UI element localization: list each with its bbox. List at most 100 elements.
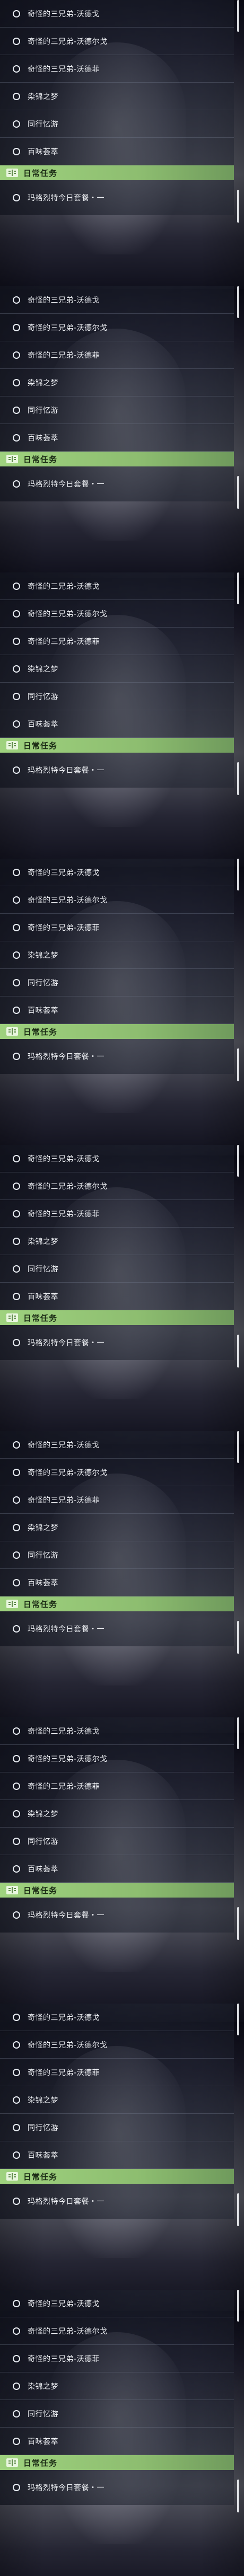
quest-row[interactable]: 奇怪的三兄弟-沃德尔戈 xyxy=(0,1172,234,1200)
scrollbar-thumb[interactable] xyxy=(237,1621,239,1654)
quest-row[interactable]: 奇怪的三兄弟-沃德戈 xyxy=(0,572,234,600)
scrollbar-thumb[interactable] xyxy=(237,476,239,509)
scrollbar-thumb[interactable] xyxy=(237,1145,239,1177)
scrollbar-thumb[interactable] xyxy=(237,859,239,890)
quest-row[interactable]: 奇怪的三兄弟-沃德菲 xyxy=(0,1200,234,1228)
circle-outline-icon xyxy=(13,2299,20,2307)
scrollbar-thumb[interactable] xyxy=(237,1907,239,1940)
quest-log-stack: 奇怪的三兄弟-沃德戈 奇怪的三兄弟-沃德尔戈 奇怪的三兄弟-沃德菲 染锦之梦 同行忆游百… xyxy=(0,0,244,2576)
quest-row[interactable]: 奇怪的三兄弟-沃德尔戈 xyxy=(0,600,234,628)
scrollbar-thumb[interactable] xyxy=(237,2004,239,2035)
quest-row[interactable]: 奇怪的三兄弟-沃德尔戈 xyxy=(0,1745,234,1772)
quest-row[interactable]: 百味荟萃 xyxy=(0,2141,234,2169)
quest-panel: 奇怪的三兄弟-沃德戈 奇怪的三兄弟-沃德尔戈 奇怪的三兄弟-沃德菲染锦之梦同行忆游百… xyxy=(0,572,244,859)
daily-quest-row[interactable]: 玛格烈特今日套餐・一 xyxy=(0,753,234,788)
quest-row[interactable]: 奇怪的三兄弟-沃德戈 xyxy=(0,2290,234,2317)
quest-row[interactable]: 染锦之梦 xyxy=(0,2086,234,2114)
circle-outline-icon xyxy=(13,2354,20,2362)
quest-row[interactable]: 同行忆游 xyxy=(0,110,234,138)
daily-quest-row[interactable]: 玛格烈特今日套餐・一 xyxy=(0,1898,234,1933)
quest-row[interactable]: 奇怪的三兄弟-沃德菲 xyxy=(0,55,234,83)
quest-row[interactable]: 染锦之梦 xyxy=(0,369,234,396)
quest-row[interactable]: 同行忆游 xyxy=(0,1541,234,1569)
quest-row[interactable]: 百味荟萃 xyxy=(0,1283,234,1310)
quest-row[interactable]: 染锦之梦 xyxy=(0,1800,234,1828)
quest-row[interactable]: 染锦之梦 xyxy=(0,941,234,969)
daily-quest-row[interactable]: 玛格烈特今日套餐・一 xyxy=(0,1611,234,1646)
quest-row[interactable]: 奇怪的三兄弟-沃德戈 xyxy=(0,1717,234,1745)
quest-row-label: 百味荟萃 xyxy=(28,1292,58,1301)
daily-quest-label: 玛格烈特今日套餐・一 xyxy=(28,194,104,202)
quest-row[interactable]: 奇怪的三兄弟-沃德尔戈 xyxy=(0,28,234,55)
quest-row[interactable]: 奇怪的三兄弟-沃德菲 xyxy=(0,628,234,655)
quest-row[interactable]: 奇怪的三兄弟-沃德戈 xyxy=(0,1145,234,1172)
quest-row[interactable]: 奇怪的三兄弟-沃德菲 xyxy=(0,1772,234,1800)
daily-quest-row[interactable]: 玛格烈特今日套餐・一 xyxy=(0,180,234,215)
quest-row-label: 奇怪的三兄弟-沃德菲 xyxy=(28,2354,100,2363)
quest-row[interactable]: 奇怪的三兄弟-沃德菲 xyxy=(0,914,234,941)
quest-row[interactable]: 奇怪的三兄弟-沃德菲 xyxy=(0,2059,234,2086)
quest-row[interactable]: 百味荟萃 xyxy=(0,424,234,452)
quest-row[interactable]: 染锦之梦 xyxy=(0,1228,234,1255)
quest-row[interactable]: 奇怪的三兄弟-沃德尔戈 xyxy=(0,1459,234,1486)
quest-row[interactable]: 奇怪的三兄弟-沃德尔戈 xyxy=(0,2031,234,2059)
scrollbar-thumb[interactable] xyxy=(237,0,239,32)
quest-row[interactable]: 染锦之梦 xyxy=(0,1514,234,1541)
scrollbar-thumb[interactable] xyxy=(237,190,239,223)
scrollbar-thumb[interactable] xyxy=(237,572,239,604)
circle-outline-icon xyxy=(13,1782,20,1790)
circle-outline-icon xyxy=(13,1865,20,1873)
quest-row[interactable]: 同行忆游 xyxy=(0,969,234,996)
daily-quest-row[interactable]: 玛格烈特今日套餐・一 xyxy=(0,1325,234,1360)
daily-quest-header: 日常任务 xyxy=(0,2169,234,2184)
scrollbar-thumb[interactable] xyxy=(237,286,239,318)
scrollbar-thumb[interactable] xyxy=(237,1431,239,1463)
quest-row[interactable]: 百味荟萃 xyxy=(0,1569,234,1596)
quest-row[interactable]: 同行忆游 xyxy=(0,396,234,424)
quest-row[interactable]: 奇怪的三兄弟-沃德戈 xyxy=(0,286,234,314)
quest-row[interactable]: 百味荟萃 xyxy=(0,996,234,1024)
quest-row[interactable]: 同行忆游 xyxy=(0,1255,234,1283)
quest-row[interactable]: 奇怪的三兄弟-沃德戈 xyxy=(0,859,234,886)
scrollbar-thumb[interactable] xyxy=(237,2193,239,2226)
quest-row-label: 奇怪的三兄弟-沃德尔戈 xyxy=(28,323,108,332)
quest-row[interactable]: 百味荟萃 xyxy=(0,1855,234,1883)
quest-row[interactable]: 同行忆游 xyxy=(0,1828,234,1855)
quest-row[interactable]: 奇怪的三兄弟-沃德菲 xyxy=(0,2345,234,2372)
quest-row[interactable]: 奇怪的三兄弟-沃德戈 xyxy=(0,0,234,28)
scrollbar-thumb[interactable] xyxy=(237,1717,239,1749)
quest-row[interactable]: 染锦之梦 xyxy=(0,83,234,110)
quest-row[interactable]: 百味荟萃 xyxy=(0,2428,234,2455)
quest-row-label: 染锦之梦 xyxy=(28,665,58,674)
scrollbar-thumb[interactable] xyxy=(237,2480,239,2512)
daily-quest-row[interactable]: 玛格烈特今日套餐・一 xyxy=(0,1039,234,1074)
quest-row[interactable]: 同行忆游 xyxy=(0,2114,234,2141)
quest-row-label: 染锦之梦 xyxy=(28,378,58,387)
quest-panel: 奇怪的三兄弟-沃德戈 奇怪的三兄弟-沃德尔戈 奇怪的三兄弟-沃德菲 染锦之梦 同行忆游百… xyxy=(0,0,244,286)
circle-outline-icon xyxy=(13,868,20,876)
scrollbar-thumb[interactable] xyxy=(237,1048,239,1081)
quest-row[interactable]: 奇怪的三兄弟-沃德尔戈 xyxy=(0,886,234,914)
scrollbar-thumb[interactable] xyxy=(237,762,239,795)
quest-row[interactable]: 同行忆游 xyxy=(0,683,234,710)
daily-quest-header: 日常任务 xyxy=(0,452,234,466)
quest-row[interactable]: 奇怪的三兄弟-沃德尔戈 xyxy=(0,2317,234,2345)
daily-quest-row[interactable]: 玛格烈特今日套餐・一 xyxy=(0,2470,234,2505)
quest-row[interactable]: 染锦之梦 xyxy=(0,2372,234,2400)
quest-row[interactable]: 奇怪的三兄弟-沃德菲 xyxy=(0,341,234,369)
scrollbar-thumb[interactable] xyxy=(237,1335,239,1368)
quest-row-label: 奇怪的三兄弟-沃德戈 xyxy=(28,2299,100,2308)
quest-row[interactable]: 奇怪的三兄弟-沃德菲 xyxy=(0,1486,234,1514)
quest-row[interactable]: 奇怪的三兄弟-沃德尔戈 xyxy=(0,314,234,341)
daily-quest-title: 日常任务 xyxy=(23,2458,58,2468)
quest-row[interactable]: 染锦之梦 xyxy=(0,655,234,683)
daily-quest-row[interactable]: 玛格烈特今日套餐・一 xyxy=(0,466,234,501)
quest-row[interactable]: 同行忆游 xyxy=(0,2400,234,2428)
daily-quest-row[interactable]: 玛格烈特今日套餐・一 xyxy=(0,2184,234,2219)
scrollbar-thumb[interactable] xyxy=(237,2290,239,2322)
quest-row[interactable]: 百味荟萃 xyxy=(0,138,234,165)
quest-row[interactable]: 奇怪的三兄弟-沃德戈 xyxy=(0,2004,234,2031)
quest-row[interactable]: 百味荟萃 xyxy=(0,710,234,738)
quest-row[interactable]: 奇怪的三兄弟-沃德戈 xyxy=(0,1431,234,1459)
quest-row-label: 同行忆游 xyxy=(28,1551,58,1560)
